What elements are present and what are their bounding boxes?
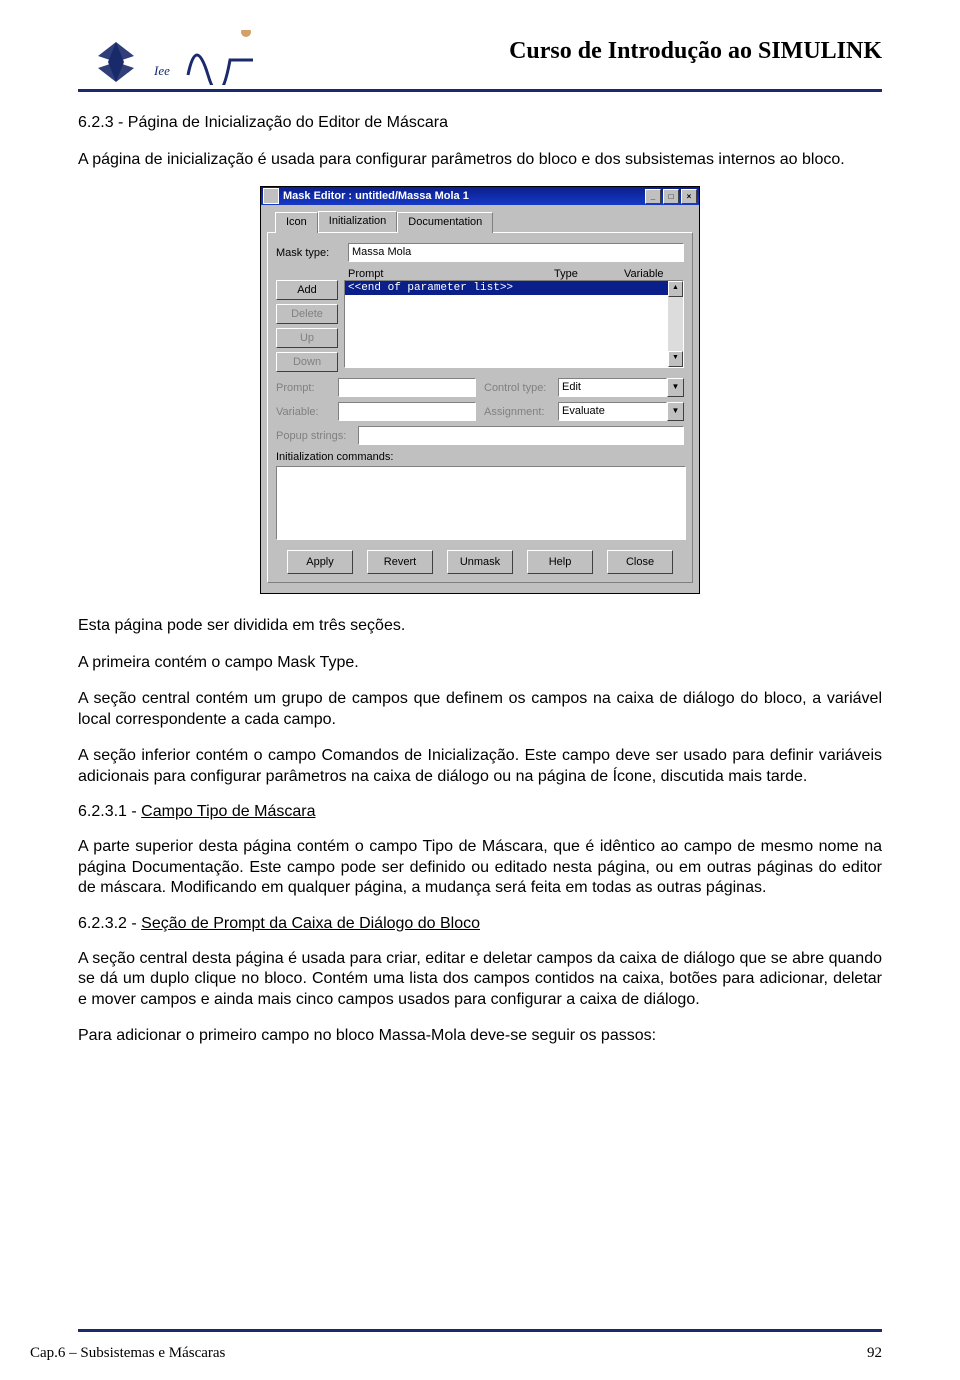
- subsection-heading: 6.2.3.2 - Seção de Prompt da Caixa de Di…: [78, 915, 882, 933]
- mask-type-input[interactable]: Massa Mola: [348, 243, 684, 262]
- col-type: Type: [554, 268, 624, 280]
- control-type-label: Control type:: [484, 382, 558, 394]
- variable-label: Variable:: [276, 406, 338, 418]
- init-commands-label: Initialization commands:: [276, 451, 684, 463]
- subsection-heading: 6.2.3.1 - Campo Tipo de Máscara: [78, 803, 882, 821]
- paragraph: A seção central contém um grupo de campo…: [78, 689, 882, 730]
- page-footer: Cap.6 – Subsistemas e Máscaras 92: [0, 1345, 960, 1362]
- down-button[interactable]: Down: [276, 352, 338, 372]
- course-title: Curso de Introdução ao SIMULINK: [509, 38, 882, 65]
- tab-initialization[interactable]: Initialization: [318, 211, 397, 232]
- scroll-down-icon[interactable]: ▼: [668, 351, 683, 367]
- system-menu-icon[interactable]: [263, 188, 279, 204]
- variable-input[interactable]: [338, 402, 476, 421]
- control-type-select[interactable]: Edit: [558, 378, 667, 397]
- footer-chapter: Cap.6 – Subsistemas e Máscaras: [30, 1345, 225, 1362]
- svg-text:Iee: Iee: [153, 63, 170, 78]
- prompt-label: Prompt:: [276, 382, 338, 394]
- popup-strings-input[interactable]: [358, 426, 684, 445]
- page-header: Iee Curso de Introdução ao SIMULINK: [78, 30, 882, 92]
- paragraph: A primeira contém o campo Mask Type.: [78, 653, 882, 673]
- assignment-select[interactable]: Evaluate: [558, 402, 667, 421]
- tab-icon[interactable]: Icon: [275, 212, 318, 233]
- popup-strings-label: Popup strings:: [276, 430, 358, 442]
- col-prompt: Prompt: [348, 268, 554, 280]
- col-variable: Variable: [624, 268, 684, 280]
- apply-button[interactable]: Apply: [287, 550, 353, 574]
- add-button[interactable]: Add: [276, 280, 338, 300]
- maximize-button[interactable]: □: [663, 189, 679, 204]
- scrollbar[interactable]: ▲ ▼: [668, 281, 683, 367]
- delete-button[interactable]: Delete: [276, 304, 338, 324]
- assignment-label: Assignment:: [484, 406, 558, 418]
- close-dialog-button[interactable]: Close: [607, 550, 673, 574]
- tab-panel: Mask type: Massa Mola Prompt Type Variab…: [267, 232, 693, 583]
- footer-rule: [78, 1329, 882, 1332]
- tab-documentation[interactable]: Documentation: [397, 212, 493, 233]
- subsection-number: 6.2.3.2 -: [78, 915, 141, 932]
- list-item[interactable]: <<end of parameter list>>: [345, 281, 668, 295]
- parameter-list[interactable]: <<end of parameter list>> ▲ ▼: [344, 280, 684, 368]
- window-title: Mask Editor : untitled/Massa Mola 1: [283, 190, 469, 202]
- subsection-number: 6.2.3.1 -: [78, 803, 141, 820]
- revert-button[interactable]: Revert: [367, 550, 433, 574]
- param-list-header: Prompt Type Variable: [348, 268, 684, 280]
- scroll-up-icon[interactable]: ▲: [668, 281, 683, 297]
- paragraph: Para adicionar o primeiro campo no bloco…: [78, 1026, 882, 1046]
- help-button[interactable]: Help: [527, 550, 593, 574]
- titlebar: Mask Editor : untitled/Massa Mola 1 _ □ …: [261, 187, 699, 205]
- paragraph: A seção inferior contém o campo Comandos…: [78, 746, 882, 787]
- paragraph: A parte superior desta página contém o c…: [78, 837, 882, 898]
- mask-type-label: Mask type:: [276, 247, 348, 259]
- page-number: 92: [867, 1345, 882, 1362]
- minimize-button[interactable]: _: [645, 189, 661, 204]
- mask-editor-screenshot: Mask Editor : untitled/Massa Mola 1 _ □ …: [78, 186, 882, 594]
- prompt-input[interactable]: [338, 378, 476, 397]
- logo-icon: Iee: [78, 30, 253, 85]
- section-heading: 6.2.3 - Página de Inicialização do Edito…: [78, 114, 882, 132]
- mask-editor-window: Mask Editor : untitled/Massa Mola 1 _ □ …: [260, 186, 700, 594]
- tab-bar: Icon Initialization Documentation: [275, 211, 693, 232]
- chevron-down-icon[interactable]: ▼: [667, 402, 684, 421]
- subsection-title: Seção de Prompt da Caixa de Diálogo do B…: [141, 915, 480, 932]
- close-button[interactable]: ×: [681, 189, 697, 204]
- paragraph: Esta página pode ser dividida em três se…: [78, 616, 882, 636]
- unmask-button[interactable]: Unmask: [447, 550, 513, 574]
- paragraph: A seção central desta página é usada par…: [78, 949, 882, 1010]
- chevron-down-icon[interactable]: ▼: [667, 378, 684, 397]
- init-commands-input[interactable]: [276, 466, 686, 540]
- paragraph: A página de inicialização é usada para c…: [78, 150, 882, 170]
- subsection-title: Campo Tipo de Máscara: [141, 803, 315, 820]
- up-button[interactable]: Up: [276, 328, 338, 348]
